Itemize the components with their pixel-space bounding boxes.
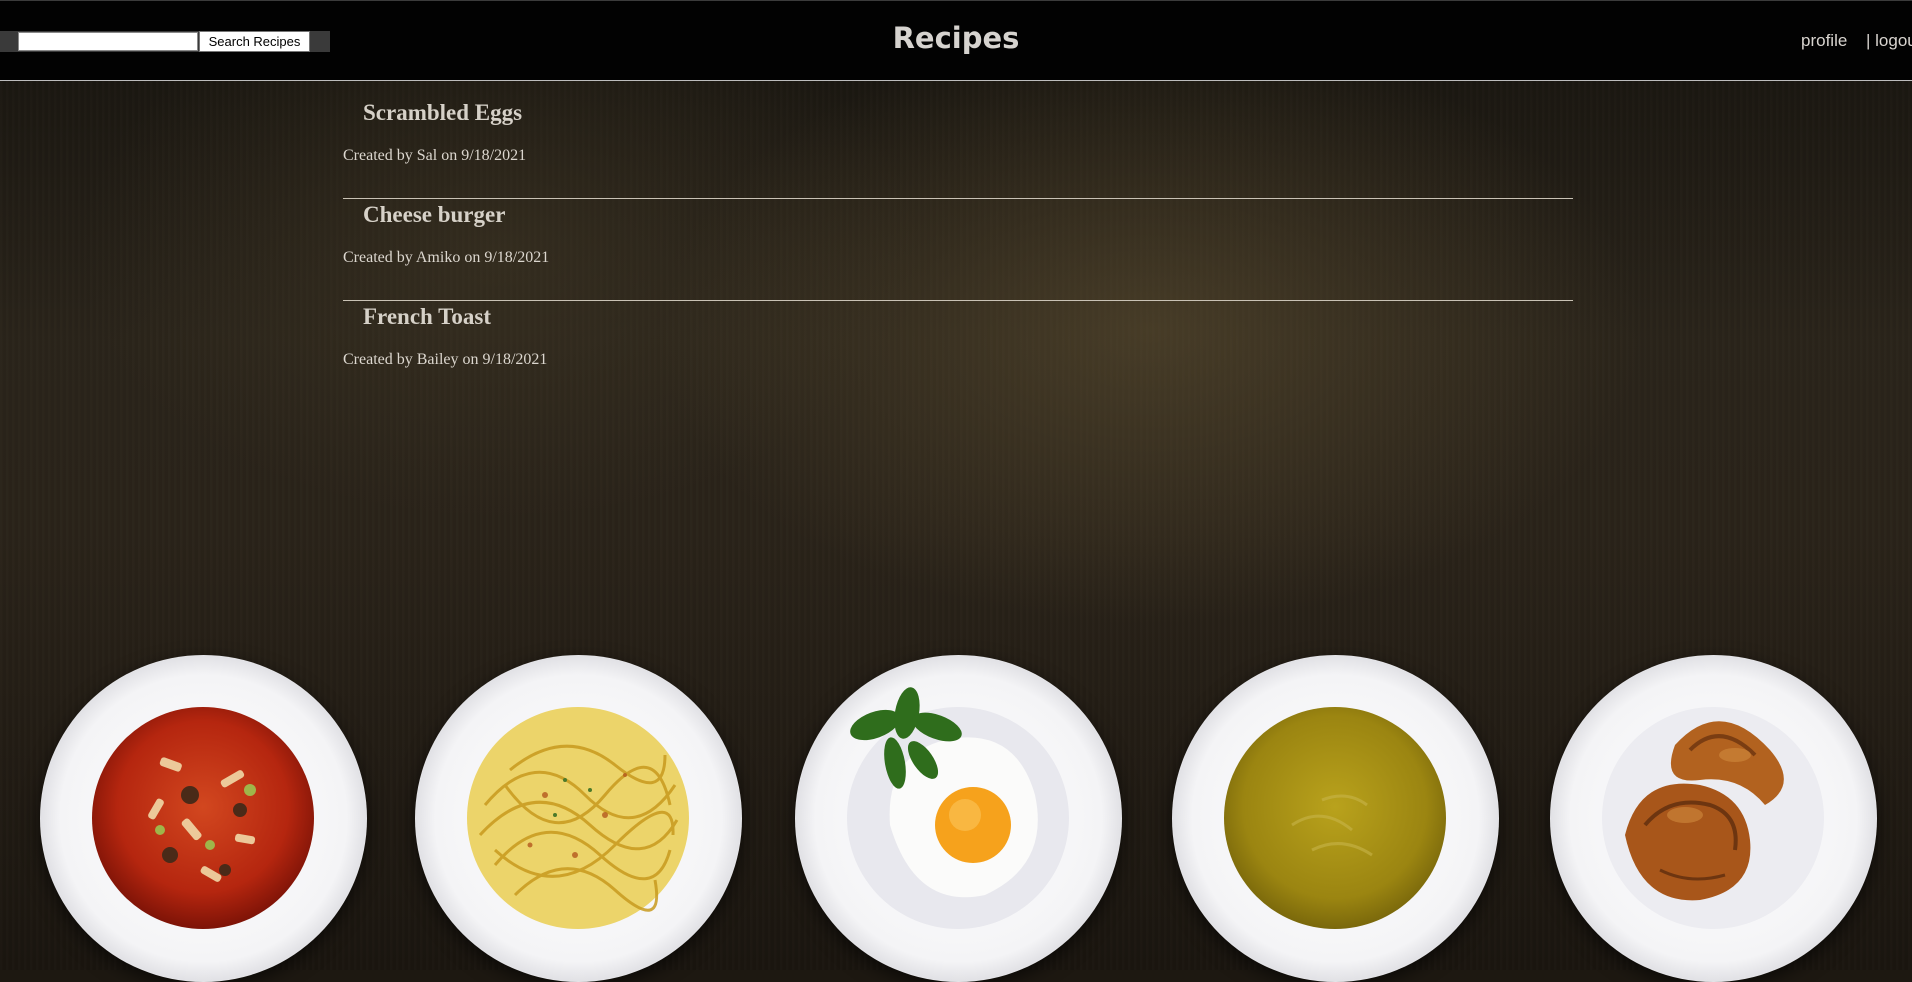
recipe-meta: Created by Sal on 9/18/2021	[343, 147, 527, 164]
recipe-list: Scrambled Eggs Created by Sal on 9/18/20…	[343, 97, 1573, 402]
recipe-title-link[interactable]: Scrambled Eggs	[363, 100, 522, 126]
cream-soup-bowl-image	[1172, 655, 1499, 982]
recipe-meta: Created by Amiko on 9/18/2021	[343, 249, 550, 266]
recipe-meta: Created by Bailey on 9/18/2021	[343, 351, 548, 368]
fried-egg-plate-image	[795, 655, 1122, 982]
recipe-title-link[interactable]: French Toast	[363, 304, 491, 330]
page-title: Recipes	[892, 21, 1020, 55]
recipe-title-link[interactable]: Cheese burger	[363, 202, 505, 228]
recipe-item: Cheese burger Created by Amiko on 9/18/2…	[343, 199, 1573, 301]
recipe-item: Scrambled Eggs Created by Sal on 9/18/20…	[343, 97, 1573, 199]
top-navigation-bar: Search Recipes Recipes profile | logout	[0, 0, 1912, 81]
food-plates-row	[0, 655, 1912, 982]
soup-bowl-image	[40, 655, 367, 982]
croissant-plate-image	[1550, 655, 1877, 982]
logout-link[interactable]: | logout	[1866, 31, 1912, 51]
recipe-item: French Toast Created by Bailey on 9/18/2…	[343, 301, 1573, 402]
spaghetti-plate-image	[415, 655, 742, 982]
profile-link[interactable]: profile	[1801, 31, 1847, 51]
